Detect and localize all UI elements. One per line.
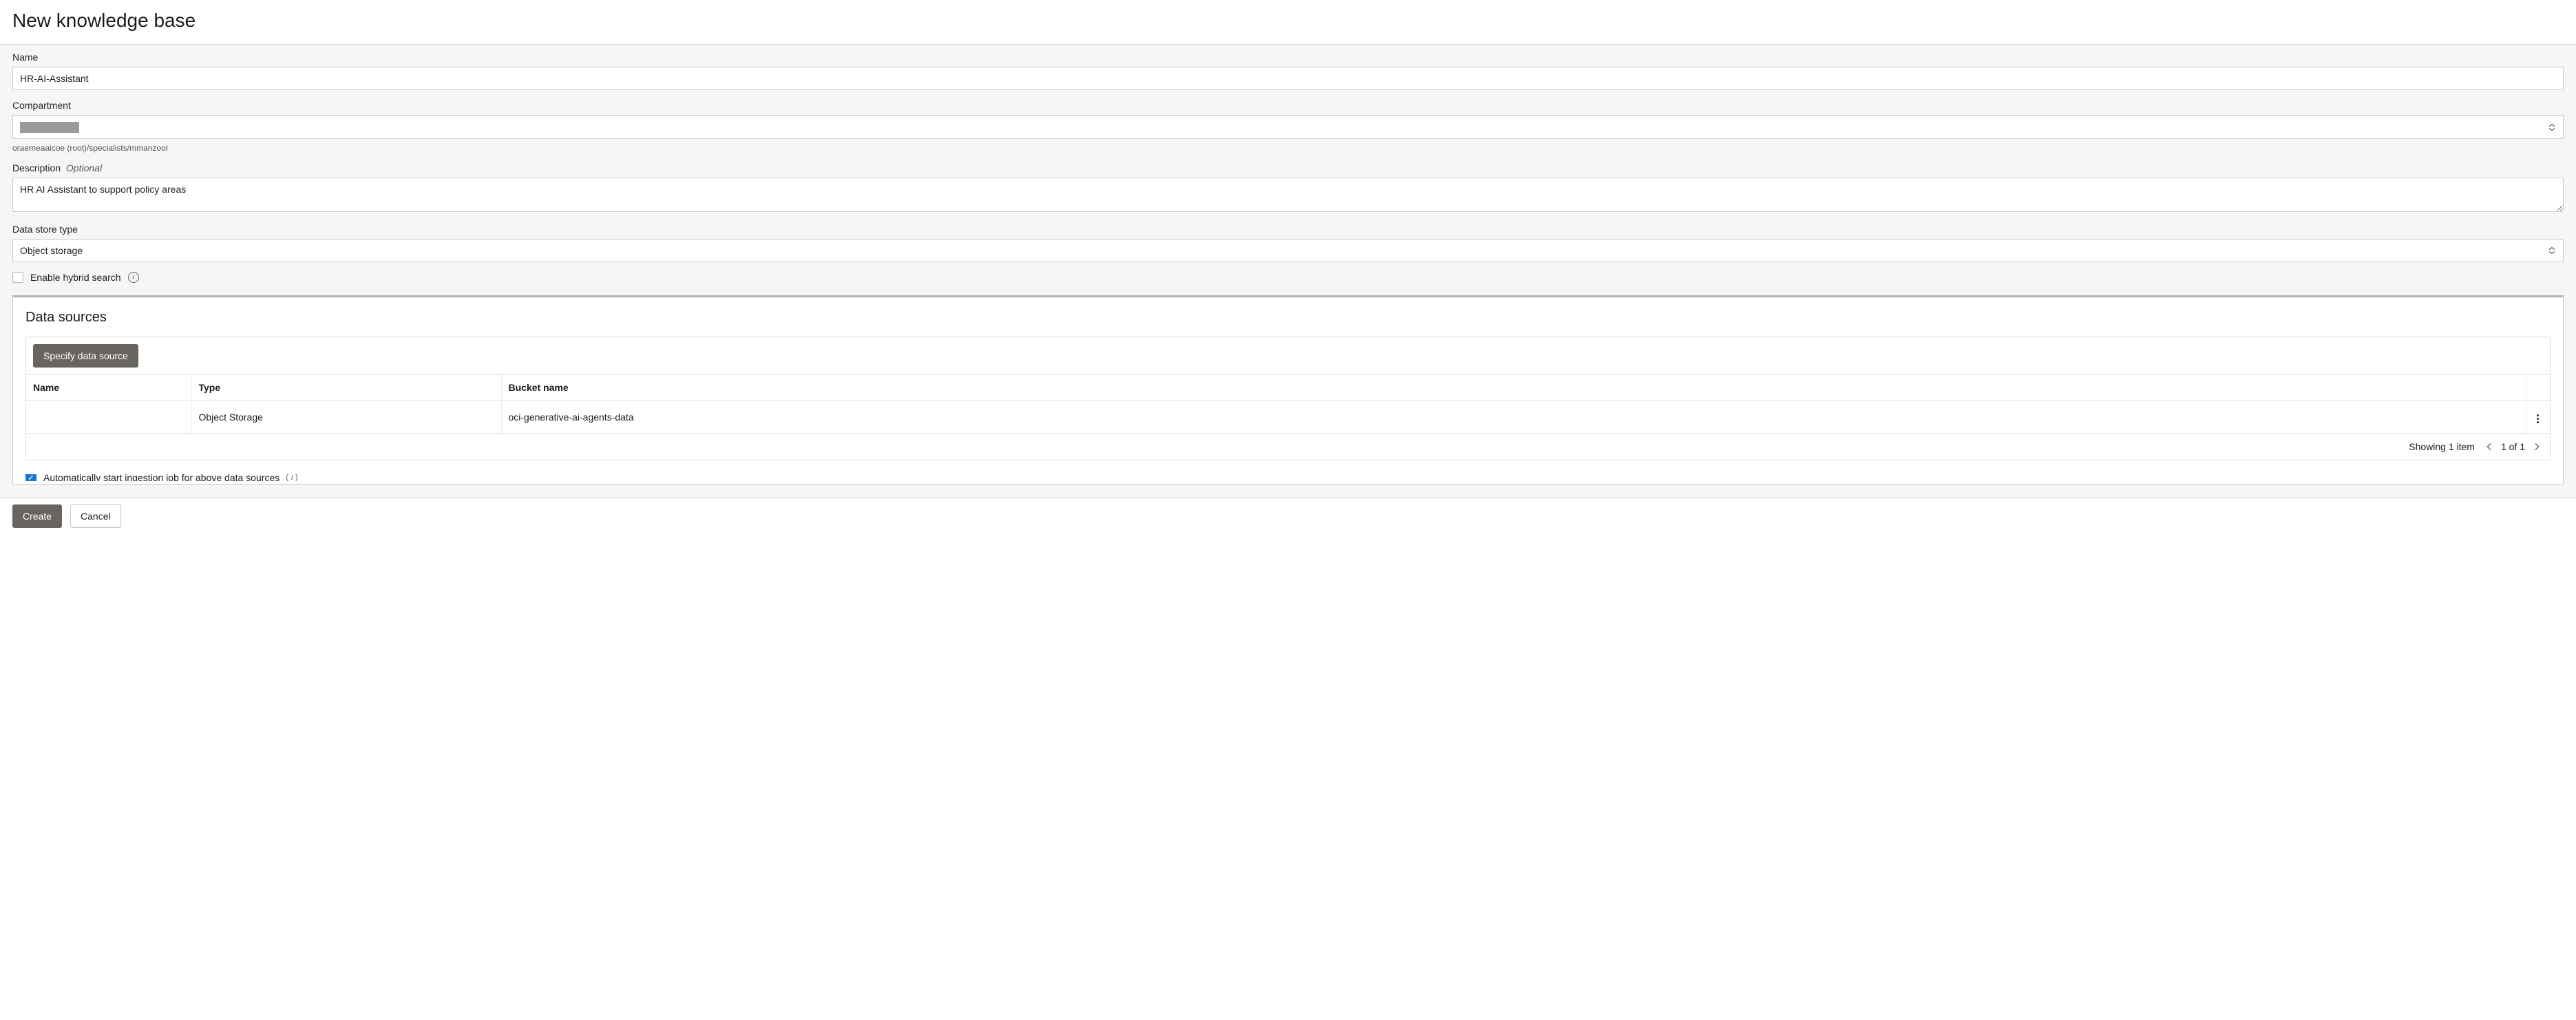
table-footer: Showing 1 item 1 of 1: [26, 433, 2550, 460]
cancel-button[interactable]: Cancel: [70, 504, 121, 528]
page-indicator: 1 of 1: [2501, 441, 2525, 452]
auto-ingest-row: Automatically start ingestion job for ab…: [25, 474, 2551, 481]
compartment-value-redacted: [20, 122, 79, 133]
description-textarea[interactable]: [12, 178, 2564, 212]
compartment-path: oraemeaaicoe (root)/specialists/mmanzoor: [12, 143, 2564, 153]
form-area: Name Compartment oraemeaaicoe (root)/spe…: [0, 45, 2576, 497]
description-label: Description Optional: [12, 162, 2564, 173]
column-header-type: Type: [191, 375, 501, 401]
description-field-block: Description Optional: [12, 162, 2564, 214]
data-sources-table: Name Type Bucket name Object Storage oci…: [26, 374, 2550, 433]
column-header-name: Name: [26, 375, 191, 401]
cell-bucket: oci-generative-ai-agents-data: [501, 401, 2526, 434]
auto-ingest-label: Automatically start ingestion job for ab…: [43, 474, 279, 481]
actions-bar: Create Cancel: [0, 497, 2576, 535]
column-header-bucket: Bucket name: [501, 375, 2526, 401]
data-sources-table-wrap: Specify data source Name Type Bucket nam…: [25, 337, 2551, 460]
compartment-select[interactable]: [12, 115, 2564, 139]
data-sources-title: Data sources: [25, 310, 2551, 326]
cell-actions: [2526, 401, 2550, 434]
name-input[interactable]: [12, 67, 2564, 90]
kebab-icon[interactable]: [2534, 412, 2542, 426]
name-label: Name: [12, 52, 2564, 63]
compartment-label: Compartment: [12, 100, 2564, 111]
data-store-type-label: Data store type: [12, 224, 2564, 235]
data-sources-panel: Data sources Specify data source Name Ty…: [12, 295, 2564, 485]
hybrid-search-row: Enable hybrid search i: [12, 272, 2564, 283]
data-store-type-block: Data store type Object storage: [12, 224, 2564, 262]
info-icon[interactable]: i: [286, 474, 297, 481]
cell-type: Object Storage: [191, 401, 501, 434]
hybrid-search-checkbox[interactable]: [12, 272, 23, 283]
column-header-actions: [2526, 375, 2550, 401]
page-prev-button[interactable]: [2483, 440, 2495, 453]
cell-name: [26, 401, 191, 434]
compartment-field-block: Compartment oraemeaaicoe (root)/speciali…: [12, 100, 2564, 153]
description-optional: Optional: [66, 162, 102, 173]
table-row: Object Storage oci-generative-ai-agents-…: [26, 401, 2550, 434]
create-button[interactable]: Create: [12, 504, 62, 528]
data-store-type-select[interactable]: Object storage: [12, 239, 2564, 262]
auto-ingest-checkbox[interactable]: [25, 474, 36, 481]
specify-data-source-button[interactable]: Specify data source: [33, 344, 138, 368]
showing-text: Showing 1 item: [2409, 441, 2475, 452]
table-toolbar: Specify data source: [26, 337, 2550, 374]
hybrid-search-label: Enable hybrid search: [30, 272, 121, 283]
description-label-text: Description: [12, 162, 61, 173]
page-next-button[interactable]: [2531, 440, 2543, 453]
name-field-block: Name: [12, 52, 2564, 90]
pager: 1 of 1: [2483, 440, 2543, 453]
info-icon[interactable]: i: [128, 272, 139, 283]
page-title: New knowledge base: [0, 0, 2576, 45]
